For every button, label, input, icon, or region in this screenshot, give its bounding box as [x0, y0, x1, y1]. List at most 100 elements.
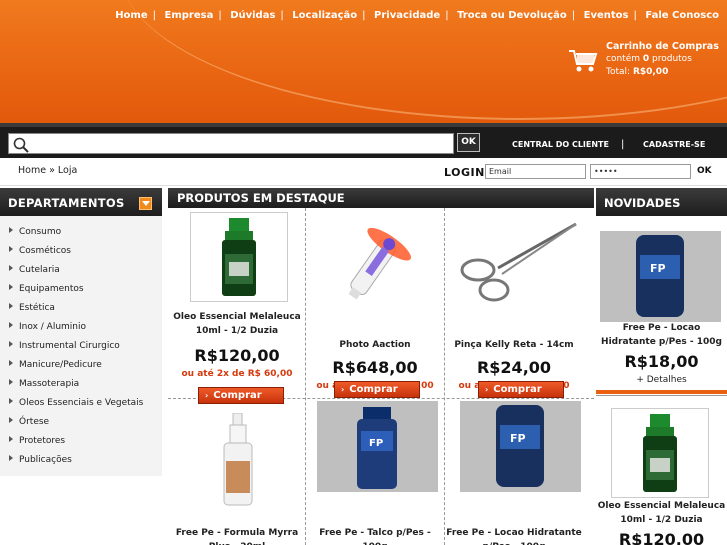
buy-button-label: Comprar [493, 384, 542, 395]
departments-header: DEPARTAMENTOS [0, 188, 162, 216]
product-name[interactable]: Free Pe - Formula Myrra Plus - 20ml [168, 526, 306, 545]
buy-button[interactable]: › Comprar [334, 381, 420, 398]
cart-total-label: Total: [606, 67, 631, 77]
novidades-panel: NOVIDADES FP Free Pe - Locao Hidratante … [596, 188, 727, 545]
nav-separator: | [633, 10, 637, 21]
chevron-down-icon [142, 201, 150, 206]
cart-total-line: Total: R$0,00 [606, 66, 719, 79]
sidebar-item-label: Protetores [19, 436, 66, 446]
cart-count: 0 [642, 54, 650, 64]
product-image-lotion[interactable]: FP [460, 401, 581, 492]
arrow-right-icon [9, 322, 13, 328]
nav-home[interactable]: Home [115, 10, 147, 21]
cart-summary: Carrinho de Compras contém 0 produtos To… [606, 40, 719, 79]
product-name[interactable]: Pinça Kelly Reta - 14cm [445, 338, 583, 352]
sidebar-item-cosmeticos[interactable]: Cosméticos [0, 242, 162, 261]
email-field[interactable]: Email [485, 164, 586, 179]
sidebar-item-label: Cutelaria [19, 265, 60, 275]
search-input[interactable] [33, 135, 451, 153]
product-image-talc[interactable]: FP [317, 401, 438, 492]
nav-separator: | [571, 10, 576, 21]
sidebar-item-estetica[interactable]: Estética [0, 299, 162, 318]
arrow-right-icon [9, 265, 13, 271]
search-bar: OK CENTRAL DO CLIENTE | CADASTRE-SE [0, 123, 727, 158]
product-card: Free Pe - Formula Myrra Plus - 20ml [168, 399, 306, 545]
sidebar-item-cutelaria[interactable]: Cutelaria [0, 261, 162, 280]
product-image-photo-device[interactable] [332, 218, 420, 308]
product-image-spray[interactable] [218, 413, 258, 509]
sidebar-item-label: Massoterapia [19, 379, 80, 389]
product-card: Pinça Kelly Reta - 14cm R$24,00 ou até 1… [445, 208, 583, 398]
arrow-right-icon [9, 246, 13, 252]
cart-icon [569, 50, 598, 72]
product-image-forceps[interactable] [458, 222, 578, 304]
arrow-right-icon [9, 360, 13, 366]
sidebar-item-consumo[interactable]: Consumo [0, 223, 162, 242]
nav-localizacao[interactable]: Localização [292, 10, 357, 21]
sidebar-item-oleos[interactable]: Oleos Essenciais e Vegetais [0, 394, 162, 413]
nav-separator: | [152, 10, 157, 21]
sidebar-item-equipamentos[interactable]: Equipamentos [0, 280, 162, 299]
buy-button[interactable]: › Comprar [478, 381, 564, 398]
novidades-divider-line [596, 395, 727, 396]
nav-troca[interactable]: Troca ou Devolução [457, 10, 567, 21]
novidade-name[interactable]: Oleo Essencial Melaleuca 10ml - 1/2 Duzi… [596, 499, 727, 527]
search-box [8, 133, 454, 154]
cart-count-line: contém 0 produtos [606, 53, 719, 66]
departments-list: Consumo Cosméticos Cutelaria Equipamento… [0, 223, 162, 470]
arrow-right-icon [9, 227, 13, 233]
product-name[interactable]: Oleo Essencial Melaleuca 10ml - 1/2 Duzi… [168, 310, 306, 338]
sidebar-item-protetores[interactable]: Protetores [0, 432, 162, 451]
breadcrumb-row: Home » Loja LOGIN Email ••••• OK [0, 158, 727, 186]
product-card: FP Free Pe - Talco p/Pes - 100g [306, 399, 444, 545]
cadastre-se-link[interactable]: CADASTRE-SE [643, 140, 705, 149]
nav-duvidas[interactable]: Dúvidas [230, 10, 275, 21]
search-ok-button[interactable]: OK [457, 133, 480, 152]
nav-separator: | [362, 10, 366, 21]
shopping-cart[interactable]: Carrinho de Compras contém 0 produtos To… [568, 40, 723, 84]
novidades-divider [596, 390, 727, 394]
cart-contains-prefix: contém [606, 54, 640, 64]
login-ok-button[interactable]: OK [697, 166, 712, 176]
departments-title: DEPARTAMENTOS [8, 196, 125, 210]
departments-toggle[interactable] [139, 197, 152, 210]
bar-separator: | [621, 139, 625, 150]
sidebar-item-publicacoes[interactable]: Publicações [0, 451, 162, 470]
nav-fale-conosco[interactable]: Fale Conosco [645, 10, 719, 21]
nav-empresa[interactable]: Empresa [165, 10, 214, 21]
password-field[interactable]: ••••• [590, 164, 691, 179]
breadcrumb[interactable]: Home » Loja [18, 165, 77, 176]
cart-title: Carrinho de Compras [606, 41, 719, 52]
product-name[interactable]: Free Pe - Locao Hidratante p/Pes - 100g [445, 526, 583, 545]
sidebar-item-massoterapia[interactable]: Massoterapia [0, 375, 162, 394]
sidebar-item-instrumental[interactable]: Instrumental Cirurgico [0, 337, 162, 356]
novidade-price: R$120,00 [618, 530, 705, 545]
arrow-right-icon: › [485, 385, 489, 394]
details-link[interactable]: + Detalhes [596, 375, 727, 385]
arrow-right-icon: › [341, 385, 345, 394]
nav-eventos[interactable]: Eventos [584, 10, 629, 21]
novidade-image-oil[interactable] [611, 408, 709, 498]
sidebar-item-ortese[interactable]: Órtese [0, 413, 162, 432]
departments-sidebar: DEPARTAMENTOS Consumo Cosméticos Cutelar… [0, 188, 162, 476]
header: Home | Empresa | Dúvidas | Localização | Pri… [0, 0, 727, 123]
nav-separator: | [280, 10, 284, 21]
product-image-oil[interactable] [190, 212, 288, 302]
product-name[interactable]: Photo Aaction [306, 338, 444, 352]
sidebar-item-manicure[interactable]: Manicure/Pedicure [0, 356, 162, 375]
sidebar-item-label: Equipamentos [19, 284, 84, 294]
sidebar-item-label: Instrumental Cirurgico [19, 341, 120, 351]
novidade-price: R$18,00 [624, 352, 699, 371]
product-price: R$648,00 [332, 358, 418, 377]
arrow-right-icon [9, 379, 13, 385]
novidade-name[interactable]: Free Pe - Locao Hidratante p/Pes - 100g [596, 321, 727, 349]
sidebar-item-inox[interactable]: Inox / Aluminio [0, 318, 162, 337]
product-name[interactable]: Free Pe - Talco p/Pes - 100g [306, 526, 444, 545]
central-do-cliente-link[interactable]: CENTRAL DO CLIENTE [512, 140, 609, 149]
svg-text:FP: FP [650, 262, 666, 275]
arrow-right-icon [9, 303, 13, 309]
nav-privacidade[interactable]: Privacidade [374, 10, 440, 21]
arrow-right-icon [9, 455, 13, 461]
sidebar-item-label: Oleos Essenciais e Vegetais [19, 398, 144, 408]
novidade-image-lotion[interactable]: FP [600, 231, 721, 322]
